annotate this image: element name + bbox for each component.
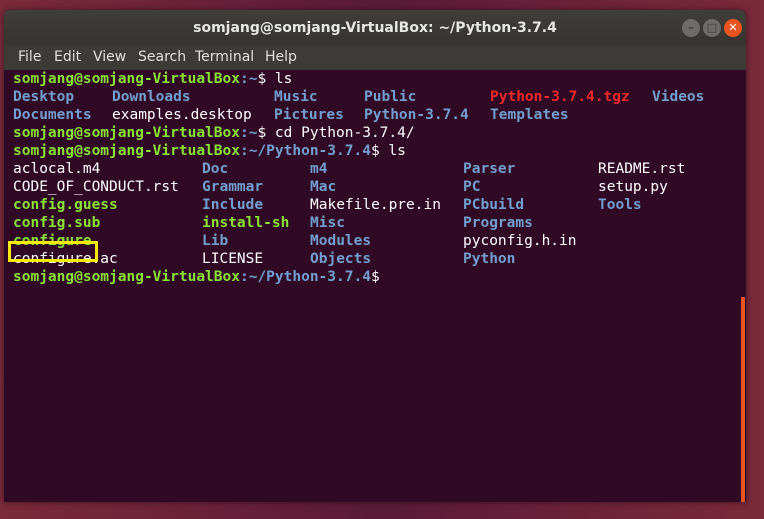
dir-entry: Objects bbox=[310, 251, 372, 267]
executable-entry: config.sub bbox=[13, 215, 101, 231]
dir-entry: Misc bbox=[310, 215, 345, 231]
dir-entry: m4 bbox=[310, 161, 328, 177]
file-entry: examples.desktop bbox=[112, 107, 252, 123]
prompt-user-host: somjang@somjang-VirtualBox bbox=[13, 71, 240, 87]
dir-entry: Desktop bbox=[13, 89, 75, 105]
prompt-line: somjang@somjang-VirtualBox:~/Python-3.7.… bbox=[13, 142, 406, 160]
file-entry: setup.py bbox=[598, 179, 668, 195]
prompt-user-host: somjang@somjang-VirtualBox bbox=[13, 143, 240, 159]
file-entry: pyconfig.h.in bbox=[463, 233, 577, 249]
executable-entry: config.guess bbox=[13, 197, 118, 213]
dir-entry: PC bbox=[463, 179, 481, 195]
menu-edit[interactable]: Edit bbox=[54, 49, 81, 65]
dir-entry: Python bbox=[463, 251, 516, 267]
dir-entry: Pictures bbox=[274, 107, 344, 123]
prompt-dollar: $ bbox=[257, 125, 267, 141]
dir-entry: Tools bbox=[598, 197, 642, 213]
dir-entry: Python-3.7.4 bbox=[364, 107, 469, 123]
dir-entry: Modules bbox=[310, 233, 372, 249]
prompt-dollar: $ bbox=[257, 71, 267, 87]
dir-entry: Documents bbox=[13, 107, 92, 123]
maximize-icon[interactable]: □ bbox=[703, 19, 721, 37]
file-entry: CODE_OF_CONDUCT.rst bbox=[13, 179, 179, 195]
file-entry: aclocal.m4 bbox=[13, 161, 101, 177]
dir-entry: Public bbox=[364, 89, 417, 105]
prompt-dollar: $ bbox=[370, 143, 380, 159]
prompt-path: :~/Python-3.7.4 bbox=[239, 143, 371, 159]
terminal-window: somjang@somjang-VirtualBox: ~/Python-3.7… bbox=[4, 10, 746, 502]
menu-view[interactable]: View bbox=[93, 49, 126, 65]
prompt-path: :~ bbox=[239, 71, 258, 87]
dir-entry: Grammar bbox=[202, 179, 264, 195]
menu-bar: File Edit View Search Terminal Help bbox=[4, 46, 746, 70]
prompt-path: :~/Python-3.7.4 bbox=[239, 269, 371, 285]
listing-row: Desktop Downloads Music Public Python-3.… bbox=[13, 88, 743, 106]
menu-terminal[interactable]: Terminal bbox=[195, 49, 254, 65]
prompt-user-host: somjang@somjang-VirtualBox bbox=[13, 269, 240, 285]
configure-highlight-box bbox=[8, 241, 98, 262]
listing-row: aclocal.m4 Doc m4 Parser README.rst bbox=[13, 160, 743, 178]
dir-entry: PCbuild bbox=[463, 197, 525, 213]
menu-search[interactable]: Search bbox=[138, 49, 186, 65]
dir-entry: Programs bbox=[463, 215, 533, 231]
file-entry: LICENSE bbox=[202, 251, 264, 267]
dir-entry: Videos bbox=[652, 89, 705, 105]
prompt-user-host: somjang@somjang-VirtualBox bbox=[13, 125, 240, 141]
scrollbar[interactable] bbox=[741, 297, 745, 502]
command-text: ls bbox=[266, 71, 293, 87]
listing-row: CODE_OF_CONDUCT.rst Grammar Mac PC setup… bbox=[13, 178, 743, 196]
prompt-path: :~ bbox=[239, 125, 258, 141]
command-text: ls bbox=[379, 143, 406, 159]
dir-entry: Include bbox=[202, 197, 264, 213]
dir-entry: Templates bbox=[490, 107, 569, 123]
dir-entry: Downloads bbox=[112, 89, 191, 105]
window-title: somjang@somjang-VirtualBox: ~/Python-3.7… bbox=[193, 20, 557, 36]
terminal-output[interactable]: somjang@somjang-VirtualBox:~$ ls Desktop… bbox=[4, 70, 746, 502]
title-bar[interactable]: somjang@somjang-VirtualBox: ~/Python-3.7… bbox=[4, 10, 746, 46]
close-icon[interactable]: ✕ bbox=[724, 19, 742, 37]
dir-entry: Lib bbox=[202, 233, 229, 249]
file-entry: Makefile.pre.in bbox=[310, 197, 441, 213]
dir-entry: Mac bbox=[310, 179, 337, 195]
archive-entry: Python-3.7.4.tgz bbox=[490, 89, 630, 105]
file-entry: README.rst bbox=[598, 161, 686, 177]
dir-entry: Parser bbox=[463, 161, 516, 177]
listing-row: Documents examples.desktop Pictures Pyth… bbox=[13, 106, 743, 124]
prompt-line: somjang@somjang-VirtualBox:~$ ls bbox=[13, 70, 292, 88]
menu-file[interactable]: File bbox=[18, 49, 41, 65]
executable-entry: install-sh bbox=[202, 215, 290, 231]
command-text: cd Python-3.7.4/ bbox=[266, 125, 415, 141]
listing-row: config.guess Include Makefile.pre.in PCb… bbox=[13, 196, 743, 214]
listing-row: configure.ac LICENSE Objects Python bbox=[13, 250, 743, 268]
dir-entry: Music bbox=[274, 89, 318, 105]
prompt-dollar: $ bbox=[370, 269, 380, 285]
listing-row: config.sub install-sh Misc Programs bbox=[13, 214, 743, 232]
minimize-icon[interactable]: – bbox=[682, 19, 700, 37]
prompt-line: somjang@somjang-VirtualBox:~$ cd Python-… bbox=[13, 124, 415, 142]
dir-entry: Doc bbox=[202, 161, 229, 177]
listing-row: configure Lib Modules pyconfig.h.in bbox=[13, 232, 743, 250]
menu-help[interactable]: Help bbox=[265, 49, 297, 65]
prompt-line: somjang@somjang-VirtualBox:~/Python-3.7.… bbox=[13, 268, 380, 286]
